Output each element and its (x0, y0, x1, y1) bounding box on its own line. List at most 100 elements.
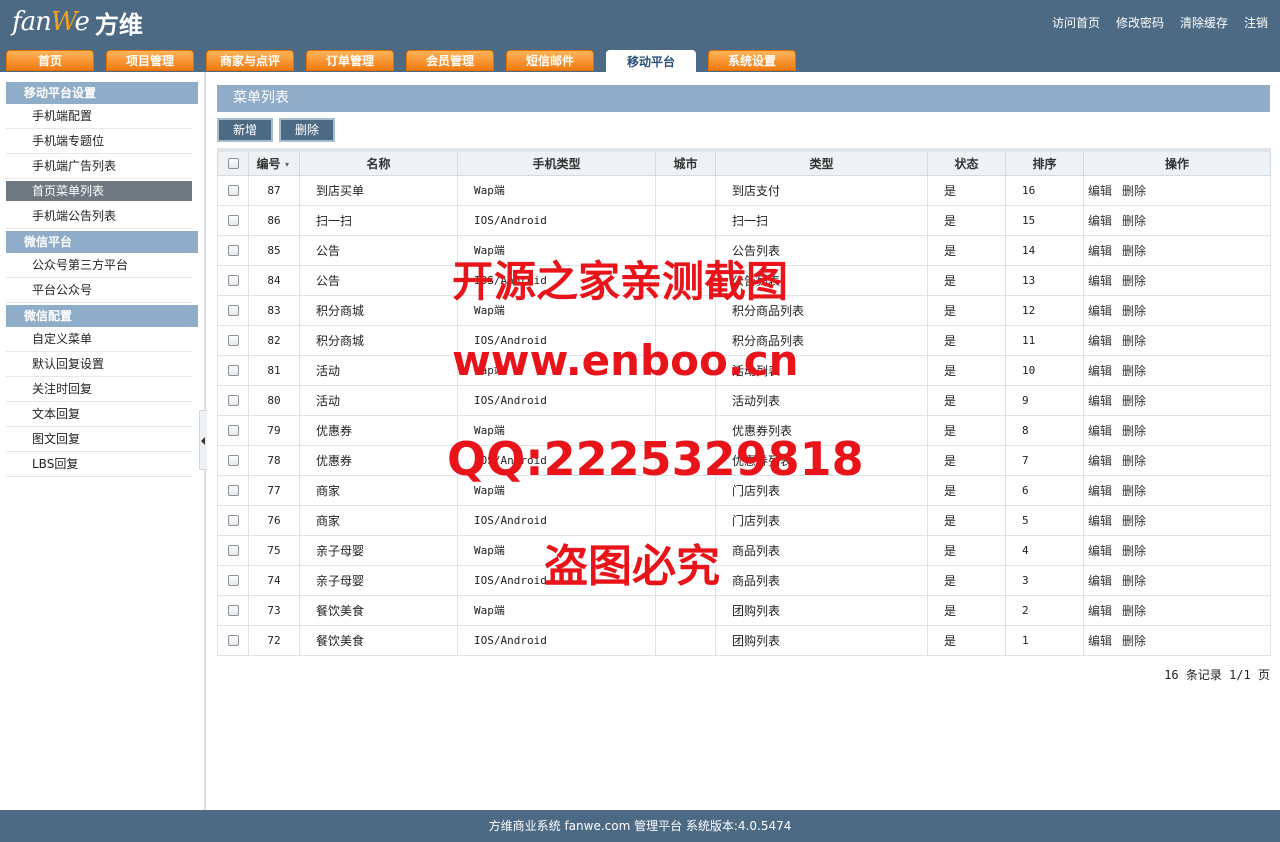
nav-tab[interactable]: 会员管理 (406, 50, 494, 71)
sidebar-group-title[interactable]: 微信配置 (6, 305, 198, 327)
col-type[interactable]: 类型 (715, 149, 928, 176)
row-checkbox[interactable] (227, 635, 239, 646)
row-edit-link[interactable]: 编辑 (1088, 424, 1112, 438)
row-delete-link[interactable]: 删除 (1122, 244, 1146, 258)
row-edit-link[interactable]: 编辑 (1088, 334, 1112, 348)
row-delete-link[interactable]: 删除 (1122, 424, 1146, 438)
row-checkbox[interactable] (227, 185, 239, 196)
row-checkbox[interactable] (227, 245, 239, 256)
row-type: 到店支付 (715, 174, 928, 206)
row-delete-link[interactable]: 删除 (1122, 514, 1146, 528)
sidebar-item[interactable]: 关注时回复 (6, 377, 192, 402)
row-checkbox[interactable] (227, 515, 239, 526)
row-edit-link[interactable]: 编辑 (1088, 544, 1112, 558)
col-sort[interactable]: 排序 (1005, 149, 1084, 176)
sidebar-item[interactable]: 首页菜单列表 (6, 181, 192, 201)
row-status: 是 (927, 474, 1006, 506)
row-edit-link[interactable]: 编辑 (1088, 304, 1112, 318)
row-edit-link[interactable]: 编辑 (1088, 454, 1112, 468)
row-delete-link[interactable]: 删除 (1122, 544, 1146, 558)
sidebar-item[interactable]: 图文回复 (6, 427, 192, 452)
row-delete-link[interactable]: 删除 (1122, 364, 1146, 378)
table-row: 77 商家 Wap端 门店列表是 6 编辑 删除 (217, 474, 1271, 506)
row-delete-link[interactable]: 删除 (1122, 604, 1146, 618)
delete-button[interactable]: 删除 (279, 118, 336, 142)
select-all-checkbox[interactable] (227, 158, 239, 170)
nav-tab[interactable]: 商家与点评 (206, 50, 294, 71)
col-city[interactable]: 城市 (655, 149, 716, 176)
row-checkbox[interactable] (227, 275, 239, 286)
sidebar-item[interactable]: 文本回复 (6, 402, 192, 427)
row-type: 积分商品列表 (715, 324, 928, 356)
row-delete-link[interactable]: 删除 (1122, 334, 1146, 348)
sidebar-group-title[interactable]: 移动平台设置 (6, 82, 198, 104)
row-edit-link[interactable]: 编辑 (1088, 604, 1112, 618)
row-checkbox[interactable] (227, 605, 239, 616)
row-sort: 6 (1005, 474, 1084, 506)
add-button[interactable]: 新增 (217, 118, 274, 142)
row-edit-link[interactable]: 编辑 (1088, 244, 1112, 258)
clear-cache-link[interactable]: 清除缓存 (1180, 14, 1228, 31)
sidebar-item[interactable]: 公众号第三方平台 (6, 253, 192, 278)
row-checkbox[interactable] (227, 485, 239, 496)
row-checkbox[interactable] (227, 335, 239, 346)
nav-tab[interactable]: 项目管理 (106, 50, 194, 71)
nav-tab[interactable]: 订单管理 (306, 50, 394, 71)
sidebar-item[interactable]: LBS回复 (6, 452, 192, 477)
nav-tab[interactable]: 系统设置 (708, 50, 796, 71)
row-edit-link[interactable]: 编辑 (1088, 214, 1112, 228)
row-delete-link[interactable]: 删除 (1122, 454, 1146, 468)
row-checkbox[interactable] (227, 365, 239, 376)
col-mobile-type[interactable]: 手机类型 (457, 149, 656, 176)
nav-tab[interactable]: 移动平台 (606, 50, 696, 73)
row-edit-link[interactable]: 编辑 (1088, 514, 1112, 528)
row-city (655, 534, 716, 566)
row-checkbox[interactable] (227, 395, 239, 406)
row-delete-link[interactable]: 删除 (1122, 184, 1146, 198)
row-delete-link[interactable]: 删除 (1122, 394, 1146, 408)
logout-link[interactable]: 注销 (1244, 14, 1268, 31)
row-delete-link[interactable]: 删除 (1122, 304, 1146, 318)
sidebar-item[interactable]: 手机端公告列表 (6, 204, 192, 229)
row-name: 商家 (299, 474, 458, 506)
row-edit-link[interactable]: 编辑 (1088, 394, 1112, 408)
sidebar-group-title[interactable]: 微信平台 (6, 231, 198, 253)
row-actions: 编辑 删除 (1083, 264, 1271, 296)
row-edit-link[interactable]: 编辑 (1088, 184, 1112, 198)
row-actions: 编辑 删除 (1083, 564, 1271, 596)
row-type: 优惠券列表 (715, 414, 928, 446)
row-edit-link[interactable]: 编辑 (1088, 274, 1112, 288)
row-edit-link[interactable]: 编辑 (1088, 574, 1112, 588)
change-password-link[interactable]: 修改密码 (1116, 14, 1164, 31)
row-id: 79 (248, 414, 300, 446)
col-id[interactable]: 编号 ▾ (248, 149, 300, 176)
sidebar-item[interactable]: 手机端配置 (6, 104, 192, 129)
row-delete-link[interactable]: 删除 (1122, 634, 1146, 648)
visit-home-link[interactable]: 访问首页 (1052, 14, 1100, 31)
nav-tab[interactable]: 短信邮件 (506, 50, 594, 71)
row-checkbox[interactable] (227, 305, 239, 316)
row-edit-link[interactable]: 编辑 (1088, 484, 1112, 498)
row-checkbox[interactable] (227, 425, 239, 436)
sidebar-item[interactable]: 自定义菜单 (6, 327, 192, 352)
col-status[interactable]: 状态 (927, 149, 1006, 176)
row-edit-link[interactable]: 编辑 (1088, 634, 1112, 648)
sidebar-item[interactable]: 平台公众号 (6, 278, 192, 303)
row-delete-link[interactable]: 删除 (1122, 214, 1146, 228)
sidebar-item[interactable]: 手机端专题位 (6, 129, 192, 154)
row-status: 是 (927, 624, 1006, 656)
sidebar-collapse-handle[interactable] (199, 410, 207, 470)
sidebar-item[interactable]: 手机端广告列表 (6, 154, 192, 179)
row-edit-link[interactable]: 编辑 (1088, 364, 1112, 378)
col-name[interactable]: 名称 (299, 149, 458, 176)
nav-tab[interactable]: 首页 (6, 50, 94, 71)
row-delete-link[interactable]: 删除 (1122, 484, 1146, 498)
sidebar-item[interactable]: 默认回复设置 (6, 352, 192, 377)
row-type: 活动列表 (715, 384, 928, 416)
row-checkbox[interactable] (227, 545, 239, 556)
row-checkbox[interactable] (227, 455, 239, 466)
row-delete-link[interactable]: 删除 (1122, 274, 1146, 288)
row-checkbox[interactable] (227, 575, 239, 586)
row-checkbox[interactable] (227, 215, 239, 226)
row-delete-link[interactable]: 删除 (1122, 574, 1146, 588)
